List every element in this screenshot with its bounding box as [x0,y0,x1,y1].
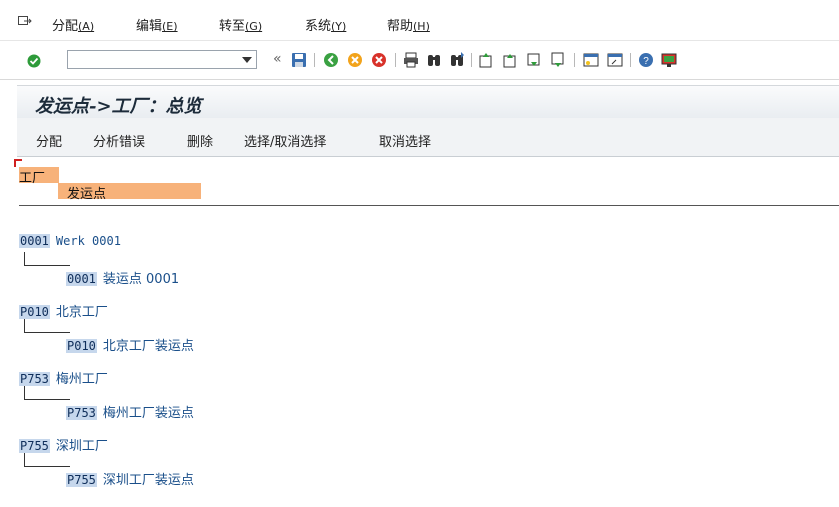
tree-connector [24,453,70,467]
back-nav-icon[interactable]: « [273,51,282,67]
help-icon[interactable]: ? [638,52,654,68]
svg-text:?: ? [643,56,649,67]
page-title: 发运点->工厂：总览 [35,96,202,117]
new-session-icon[interactable] [583,52,599,68]
toolbar-separator [314,53,315,67]
plant-code[interactable]: 0001 [19,234,50,248]
menu-item-edit[interactable]: 编辑(E) [136,15,178,34]
shipping-point-code[interactable]: P755 [66,473,97,487]
plant-name: 梅州工厂 [55,372,108,387]
last-page-icon[interactable] [550,52,566,68]
cursor-marker [14,159,22,167]
shipping-point-code[interactable]: 0001 [66,272,97,286]
plant-name: 北京工厂 [55,305,108,320]
next-page-icon[interactable] [526,52,542,68]
back-icon[interactable] [323,52,339,68]
header-divider [19,205,839,206]
header-shipping-point-label: 发运点 [67,187,107,202]
shipping-point-name: 梅州工厂装运点 [102,406,194,421]
header-plant-label: 工厂 [19,171,46,186]
column-header-shipping-point: 发运点 [58,183,201,202]
plant-row[interactable]: P010 北京工厂 [19,301,108,320]
plant-row[interactable]: P753 梅州工厂 [19,368,108,387]
toolbar-separator [395,53,396,67]
plant-code[interactable]: P010 [19,305,50,319]
menu-item-help[interactable]: 帮助(H) [387,15,430,34]
plant-row[interactable]: 0001 Werk 0001 [19,234,121,249]
menu-bar: 分配(A) 编辑(E) 转至(G) 系统(Y) 帮助(H) [0,0,839,41]
menu-item-goto[interactable]: 转至(G) [219,15,262,34]
list-area [17,157,839,507]
shortcut-icon[interactable] [607,52,623,68]
deselect-button[interactable]: 取消选择 [379,131,431,150]
tree-connector [24,386,70,400]
shipping-point-row[interactable]: 0001 装运点 0001 [66,268,179,287]
command-field[interactable] [67,50,257,69]
tree-connector [24,319,70,333]
application-toolbar: 分配 分析错误 删除 选择/取消选择 取消选择 [17,118,839,157]
shipping-point-code[interactable]: P010 [66,339,97,353]
shipping-point-code[interactable]: P753 [66,406,97,420]
delete-button[interactable]: 删除 [187,131,213,150]
plant-row[interactable]: P755 深圳工厂 [19,435,108,454]
find-next-icon[interactable] [449,52,465,68]
shipping-point-name: 深圳工厂装运点 [102,473,194,488]
save-icon[interactable] [291,52,307,68]
shipping-point-name: 装运点 0001 [102,272,180,287]
plant-code[interactable]: P755 [19,439,50,453]
chevron-down-icon[interactable] [242,57,252,63]
exit-icon[interactable] [347,52,363,68]
menu-icon[interactable] [18,16,32,26]
menu-item-assign[interactable]: 分配(A) [52,15,94,34]
shipping-point-row[interactable]: P755 深圳工厂装运点 [66,469,194,488]
plant-name: Werk 0001 [55,234,121,248]
toolbar-separator [630,53,631,67]
print-icon[interactable] [403,52,419,68]
screen-title-bar: 发运点->工厂：总览 [17,85,839,119]
shipping-point-row[interactable]: P753 梅州工厂装运点 [66,402,194,421]
menu-item-system[interactable]: 系统(Y) [305,15,346,34]
cancel-icon[interactable] [371,52,387,68]
plant-name: 深圳工厂 [55,439,108,454]
plant-code[interactable]: P753 [19,372,50,386]
analyze-errors-button[interactable]: 分析错误 [93,131,145,150]
shipping-point-row[interactable]: P010 北京工厂装运点 [66,335,194,354]
toolbar-separator [471,53,472,67]
prev-page-icon[interactable] [502,52,518,68]
column-header-plant: 工厂 [19,167,59,186]
select-deselect-button[interactable]: 选择/取消选择 [244,131,326,150]
customize-icon[interactable] [661,52,677,68]
tree-connector [24,252,70,266]
toolbar-separator [574,53,575,67]
first-page-icon[interactable] [478,52,494,68]
find-icon[interactable] [426,52,442,68]
shipping-point-name: 北京工厂装运点 [102,339,194,354]
enter-icon[interactable] [27,54,41,68]
assign-button[interactable]: 分配 [36,131,62,150]
